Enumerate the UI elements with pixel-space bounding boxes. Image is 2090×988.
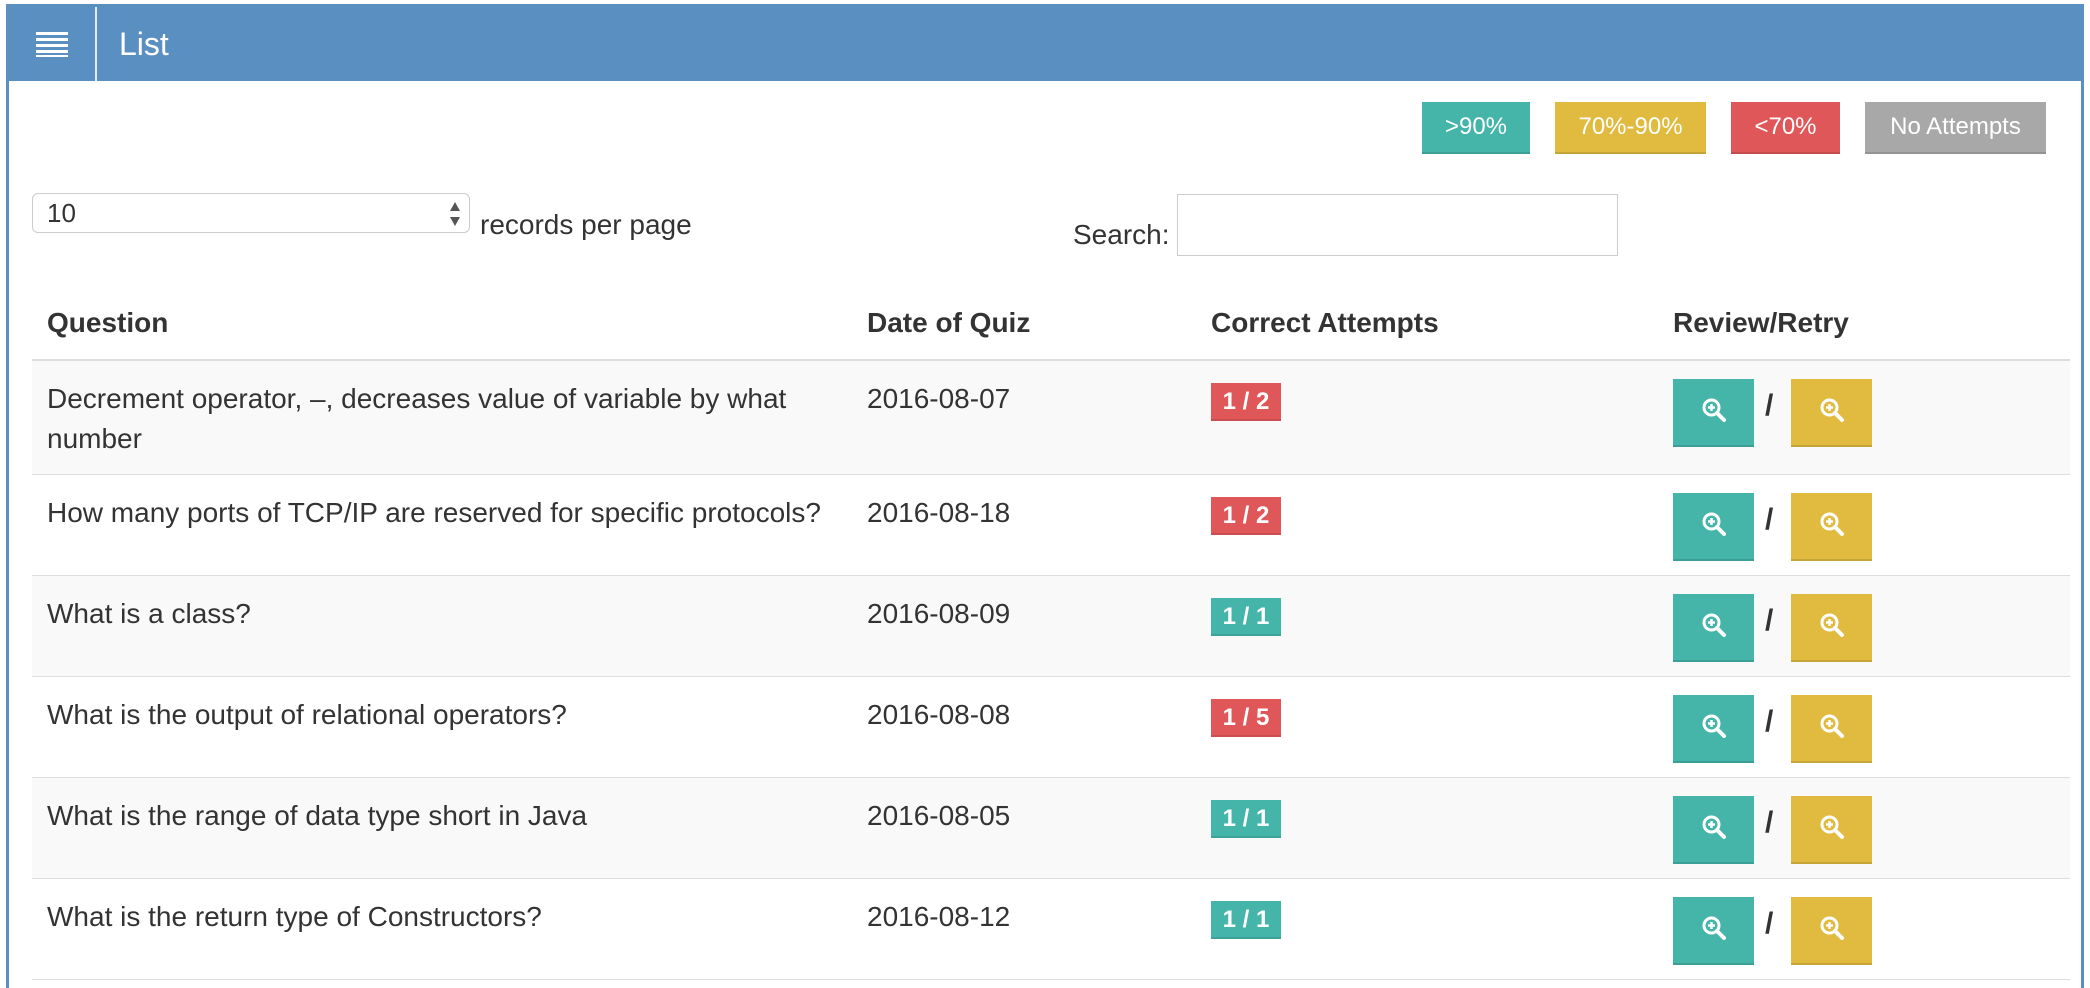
correct-attempts-badge: 1 / 1 [1211, 901, 1281, 939]
correct-attempts-badge: 1 / 2 [1211, 383, 1281, 421]
review-button[interactable] [1673, 379, 1754, 447]
list-panel: List >90% 70%-90% <70% No Attempts 10 re… [6, 4, 2084, 988]
retry-button[interactable] [1791, 493, 1872, 561]
quiz-date: 2016-08-12 [867, 901, 1011, 932]
legend-badge-low: <70% [1731, 102, 1840, 154]
action-separator: / [1765, 705, 1774, 738]
retry-button[interactable] [1791, 796, 1872, 864]
correct-attempts-badge: 1 / 2 [1211, 497, 1281, 535]
question-text: What is a class? [47, 598, 251, 629]
review-button[interactable] [1673, 594, 1754, 662]
zoom-in-icon [1819, 612, 1845, 643]
correct-attempts-badge: 1 / 1 [1211, 800, 1281, 838]
correct-attempts-badge: 1 / 1 [1211, 598, 1281, 636]
retry-button[interactable] [1791, 379, 1872, 447]
zoom-in-icon [1701, 814, 1727, 845]
review-button[interactable] [1673, 796, 1754, 864]
quiz-date: 2016-08-09 [867, 598, 1011, 629]
correct-attempts-badge: 1 / 5 [1211, 699, 1281, 737]
records-per-page-select[interactable]: 10 [32, 193, 470, 233]
question-text: What is the return type of Constructors? [47, 901, 542, 932]
question-text: How many ports of TCP/IP are reserved fo… [47, 497, 821, 528]
select-arrows-icon [450, 202, 460, 226]
action-separator: / [1765, 389, 1774, 422]
zoom-in-icon [1701, 612, 1727, 643]
column-header-attempts[interactable]: Correct Attempts [1211, 287, 1439, 359]
action-separator: / [1765, 907, 1774, 940]
quiz-date: 2016-08-18 [867, 497, 1011, 528]
table-row: What is the output of relational operato… [32, 677, 2070, 778]
page-title: List [119, 26, 169, 62]
review-button[interactable] [1673, 897, 1754, 965]
legend-badge-mid: 70%-90% [1555, 102, 1706, 154]
retry-button[interactable] [1791, 897, 1872, 965]
legend-badge-high: >90% [1422, 102, 1530, 154]
question-text: Decrement operator, –, decreases value o… [47, 383, 787, 454]
quiz-date: 2016-08-08 [867, 699, 1011, 730]
column-header-review-retry[interactable]: Review/Retry [1673, 287, 1849, 359]
review-button[interactable] [1673, 695, 1754, 763]
legend-badge-no-attempts: No Attempts [1865, 102, 2046, 154]
zoom-in-icon [1819, 915, 1845, 946]
column-header-question[interactable]: Question [47, 287, 168, 359]
records-per-page-value: 10 [47, 198, 76, 228]
hamburger-menu-icon[interactable] [9, 7, 97, 81]
panel-header: List [9, 7, 2081, 81]
zoom-in-icon [1819, 713, 1845, 744]
quiz-date: 2016-08-05 [867, 800, 1011, 831]
action-separator: / [1765, 604, 1774, 637]
search-label: Search: [1073, 219, 1170, 250]
column-header-date[interactable]: Date of Quiz [867, 287, 1030, 359]
zoom-in-icon [1819, 511, 1845, 542]
zoom-in-icon [1701, 713, 1727, 744]
table-row: What is the range of data type short in … [32, 778, 2070, 879]
zoom-in-icon [1701, 915, 1727, 946]
review-button[interactable] [1673, 493, 1754, 561]
table-row: How many ports of TCP/IP are reserved fo… [32, 475, 2070, 576]
zoom-in-icon [1701, 397, 1727, 428]
question-text: What is the range of data type short in … [47, 800, 588, 831]
retry-button[interactable] [1791, 594, 1872, 662]
table-row: What is the return type of Constructors?… [32, 879, 2070, 980]
table-row: Decrement operator, –, decreases value o… [32, 361, 2070, 475]
question-text: What is the output of relational operato… [47, 699, 567, 730]
quiz-date: 2016-08-07 [867, 383, 1011, 414]
retry-button[interactable] [1791, 695, 1872, 763]
action-separator: / [1765, 503, 1774, 536]
records-per-page-label: records per page [480, 209, 692, 240]
action-separator: / [1765, 806, 1774, 839]
zoom-in-icon [1701, 511, 1727, 542]
search-input[interactable] [1177, 194, 1618, 256]
table-row: What is a class? 2016-08-09 1 / 1 / [32, 576, 2070, 677]
zoom-in-icon [1819, 397, 1845, 428]
zoom-in-icon [1819, 814, 1845, 845]
